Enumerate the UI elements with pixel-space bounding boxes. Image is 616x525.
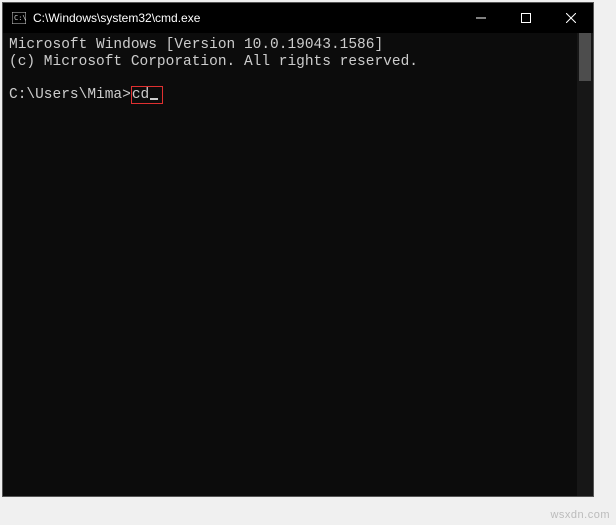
scrollbar-thumb[interactable] xyxy=(579,33,591,81)
maximize-button[interactable] xyxy=(503,3,548,33)
svg-text:C:\: C:\ xyxy=(14,14,26,22)
minimize-button[interactable] xyxy=(458,3,503,33)
titlebar[interactable]: C:\ C:\Windows\system32\cmd.exe xyxy=(3,3,593,33)
terminal-body[interactable]: Microsoft Windows [Version 10.0.19043.15… xyxy=(3,33,593,496)
prompt: C:\Users\Mima> xyxy=(9,87,131,103)
scrollbar[interactable] xyxy=(577,33,593,496)
close-button[interactable] xyxy=(548,3,593,33)
terminal-content: Microsoft Windows [Version 10.0.19043.15… xyxy=(3,33,593,108)
cursor xyxy=(150,98,158,100)
typed-command: cd xyxy=(132,87,149,103)
copyright-line: (c) Microsoft Corporation. All rights re… xyxy=(9,54,418,70)
cmd-window: C:\ C:\Windows\system32\cmd.exe Microsof… xyxy=(2,2,594,497)
cmd-icon: C:\ xyxy=(11,10,27,26)
window-title: C:\Windows\system32\cmd.exe xyxy=(33,11,458,25)
version-line: Microsoft Windows [Version 10.0.19043.15… xyxy=(9,37,383,53)
window-controls xyxy=(458,3,593,33)
watermark: wsxdn.com xyxy=(550,509,610,521)
command-highlight: cd xyxy=(131,86,163,104)
